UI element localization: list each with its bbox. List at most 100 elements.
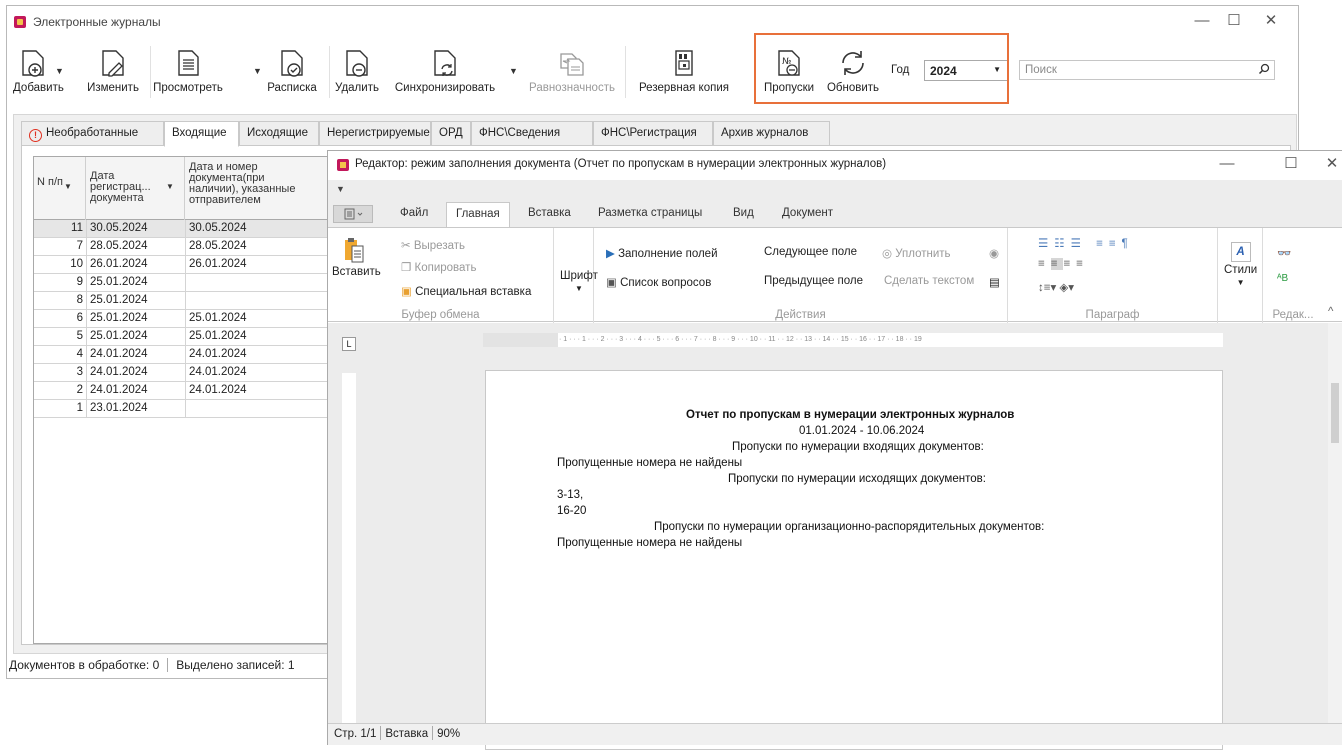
ribbon-tab-home[interactable]: Главная [446,202,510,228]
search-input[interactable]: Поиск [1019,60,1275,80]
table-row[interactable]: 5 25.01.2024 25.01.2024 [34,328,337,346]
ribbon-tab-file[interactable]: Файл [400,207,428,219]
edit-button[interactable]: Изменить [83,48,143,94]
qat-dropdown-icon[interactable]: ▼ [336,184,345,194]
cell-reg-date: 24.01.2024 [86,382,185,399]
table-row[interactable]: 9 25.01.2024 [34,274,337,292]
cell-number: 6 [76,312,83,324]
report-title: Отчет по пропускам в нумерации электронн… [686,409,1015,421]
column-header-sender-info[interactable]: Дата и номер документа(при наличии), ука… [185,157,345,220]
tab-incoming[interactable]: Входящие [164,121,239,147]
table-row[interactable]: 7 28.05.2024 28.05.2024 [34,238,337,256]
table-row[interactable]: 8 25.01.2024 [34,292,337,310]
backup-button[interactable]: Резервная копия [634,48,734,94]
vertical-ruler[interactable] [342,373,356,723]
paste-button[interactable]: Вставить [332,236,381,278]
editor-close-button[interactable]: ✕ [1320,155,1342,173]
tab-fns-registration[interactable]: ФНС\Регистрация [593,121,713,146]
styles-button[interactable]: A Стили ▼ [1224,242,1257,288]
ribbon-tab-document[interactable]: Документ [782,207,833,219]
tab-journal-archive[interactable]: Архив журналов [713,121,830,146]
outgoing-header: Пропуски по нумерации исходящих документ… [728,473,986,485]
next-field-button[interactable]: Следующее поле [764,246,857,258]
compact-button[interactable]: ◎ Уплотнить [882,246,951,260]
chevron-down-icon: ▼ [1236,278,1245,287]
question-list-button[interactable]: ▣ Список вопросов [606,275,711,289]
column-header-number[interactable]: N п/п ▼ [34,157,86,220]
fill-fields-button[interactable]: ▶ Заполнение полей [606,246,718,260]
insert-mode-indicator[interactable]: Вставка [385,728,428,740]
cell-reg-date: 24.01.2024 [86,346,185,363]
ribbon-tab-view[interactable]: Вид [733,207,754,219]
column-header-reg-date[interactable]: Дата регистрац... документа ▼ [86,157,185,220]
collapse-ribbon-icon[interactable]: ^ [1328,306,1333,318]
table-row[interactable]: 1 23.01.2024 [34,400,337,418]
documents-grid[interactable]: N п/п ▼ Дата регистрац... документа ▼ Да… [33,156,338,644]
ord-result: Пропущенные номера не найдены [557,537,743,549]
maximize-button[interactable]: ☐ [1222,12,1246,30]
cell-reg-date: 25.01.2024 [86,328,185,345]
zoom-level[interactable]: 90% [437,728,460,740]
table-row[interactable]: 10 26.01.2024 26.01.2024 [34,256,337,274]
editing-group-label: Редак... [1272,309,1314,321]
table-row[interactable]: 3 24.01.2024 24.01.2024 [34,364,337,382]
copy-button[interactable]: ❐ Копировать [401,260,476,274]
cut-button[interactable]: ✂ Вырезать [401,238,465,252]
ruler-tab-selector[interactable]: L [342,337,356,351]
outgoing-gap-line: 16-20 [557,505,587,517]
cell-reg-date: 23.01.2024 [86,400,185,417]
add-dropdown-icon[interactable]: ▼ [55,66,64,76]
list-format-icons[interactable]: ☰☷☰ ≡≡¶ [1038,236,1134,250]
find-icon[interactable]: 👓 [1277,246,1291,260]
table-row[interactable]: 6 25.01.2024 25.01.2024 [34,310,337,328]
styles-icon: A [1230,242,1251,262]
scrollbar-thumb[interactable] [1331,383,1339,443]
table-row[interactable]: 2 24.01.2024 24.01.2024 [34,382,337,400]
equivalence-button[interactable]: Равнозначность [525,48,619,94]
cell-number: 3 [76,366,83,378]
fingerprint-icon[interactable]: ◉ [989,246,999,260]
receipt-button[interactable]: Расписка [263,48,321,94]
editor-minimize-button[interactable]: — [1215,155,1239,173]
tab-unregistered[interactable]: Нерегистрируемые [319,121,431,146]
sync-button[interactable]: Синхронизировать [389,48,501,94]
table-row[interactable]: 11 30.05.2024 30.05.2024 [34,220,337,238]
view-button[interactable]: Просмотреть [150,48,226,94]
cell-reg-date: 28.05.2024 [86,238,185,255]
cell-reg-date: 24.01.2024 [86,364,185,381]
app-menu-button[interactable] [333,205,373,223]
sync-dropdown-icon[interactable]: ▼ [509,66,518,76]
vertical-scrollbar[interactable] [1328,323,1342,724]
document-page[interactable]: Отчет по пропускам в нумерации электронн… [485,370,1223,750]
font-button[interactable]: Шрифт ▼ [560,270,598,294]
add-button[interactable]: Добавить [13,48,64,94]
close-button[interactable]: ✕ [1259,12,1283,30]
horizontal-ruler[interactable]: · 1 · · · 1 · · · 2 · · · 3 · · · 4 · · … [483,333,1223,347]
minimize-button[interactable]: — [1190,12,1214,30]
outgoing-gap-line: 3-13, [557,489,584,501]
replace-icon[interactable]: ᴬB [1277,273,1288,284]
sort-dropdown-icon[interactable]: ▼ [64,181,72,192]
table-row[interactable]: 4 24.01.2024 24.01.2024 [34,346,337,364]
paste-special-button[interactable]: ▣ Специальная вставка [401,284,531,298]
make-text-button[interactable]: Сделать текстом [884,275,974,287]
align-icons[interactable]: ≡≡≡≡ [1038,258,1089,270]
incoming-header: Пропуски по нумерации входящих документо… [732,441,984,453]
ribbon-tab-layout[interactable]: Разметка страницы [598,207,702,219]
spacing-shading-icons[interactable]: ↕≡▾ ◈▾ [1038,280,1074,294]
delete-button[interactable]: Удалить [329,48,385,94]
cell-sender-info: 24.01.2024 [185,346,345,363]
cell-reg-date: 25.01.2024 [86,274,185,291]
field-code-icon[interactable]: ▤ [989,275,1000,289]
prev-field-button[interactable]: Предыдущее поле [764,275,863,287]
styles-group: A Стили ▼ [1218,228,1263,323]
ribbon-tab-insert[interactable]: Вставка [528,207,571,219]
tab-ord[interactable]: ОРД [431,121,471,146]
cell-sender-info [185,274,345,291]
filter-dropdown-icon[interactable]: ▼ [166,181,174,192]
tab-fns-info[interactable]: ФНС\Сведения [471,121,593,146]
editor-maximize-button[interactable]: ☐ [1279,155,1303,173]
tab-unprocessed[interactable]: ! Необработанные [21,121,164,146]
tab-outgoing[interactable]: Исходящие [239,121,319,146]
receipt-dropdown-icon[interactable]: ▼ [253,66,262,76]
